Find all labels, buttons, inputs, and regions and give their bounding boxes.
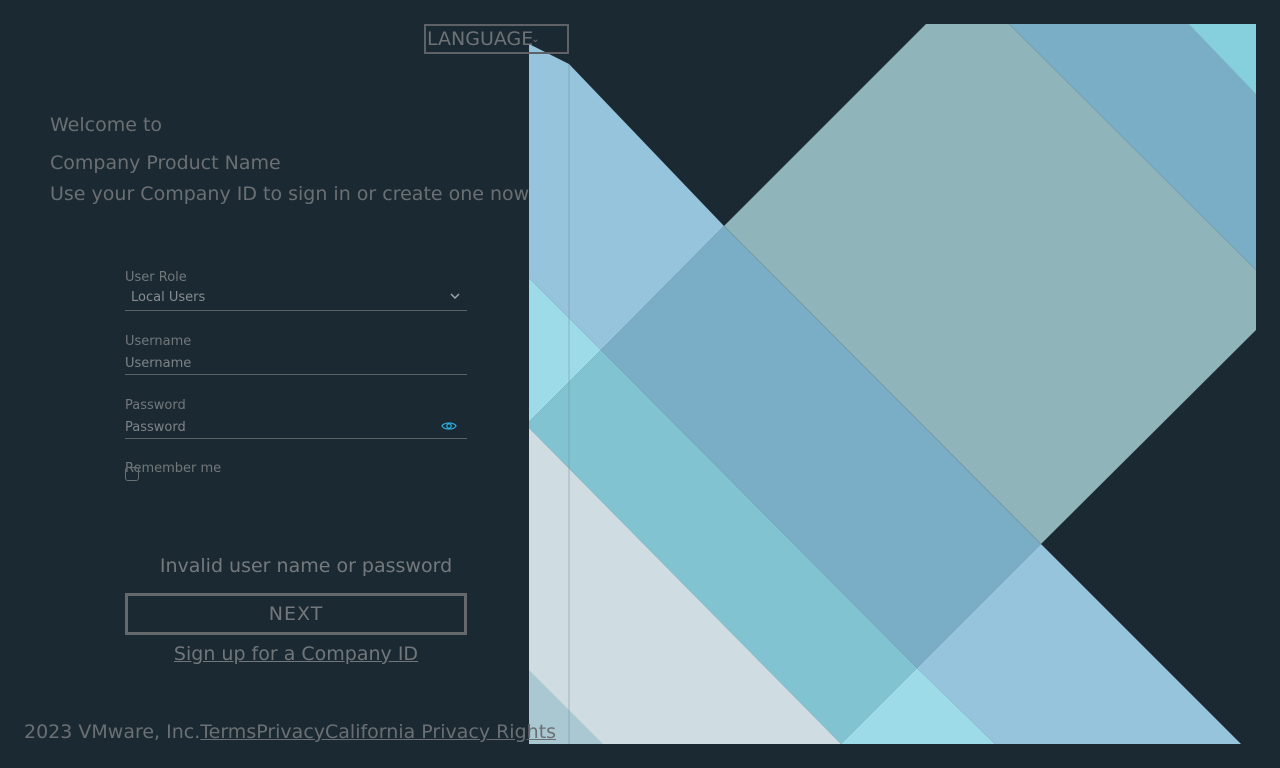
language-label: LANGUAGE [427, 28, 534, 50]
remember-me-label: Remember me [125, 461, 222, 476]
user-role-label: User Role [125, 270, 187, 285]
terms-link[interactable]: Terms [200, 721, 256, 743]
login-form: User Role Local Users Username Password … [125, 270, 467, 481]
footer: 2023 VMware, Inc.TermsPrivacyCalifornia … [24, 721, 556, 743]
chevron-down-icon [450, 293, 460, 300]
username-input[interactable] [125, 353, 467, 374]
user-role-select[interactable]: Local Users [125, 288, 467, 311]
password-field-wrapper [125, 416, 467, 439]
eye-icon[interactable] [441, 418, 457, 434]
next-button[interactable]: NEXT [125, 593, 467, 635]
privacy-link[interactable]: Privacy [256, 721, 325, 743]
language-button[interactable]: LANGUAGE⌄ [424, 24, 569, 54]
subtitle-text: Use your Company ID to sign in or create… [50, 183, 530, 205]
signup-link[interactable]: Sign up for a Company ID [125, 643, 467, 665]
username-label: Username [125, 334, 192, 349]
copyright-text: 2023 VMware, Inc. [24, 721, 201, 743]
login-page: LANGUAGE⌄ Welcome to Company Product Nam… [0, 0, 1280, 768]
password-label: Password [125, 398, 186, 413]
chevron-down-icon: ⌄ [531, 34, 540, 45]
remember-me-row: Remember me [125, 461, 467, 481]
user-role-value: Local Users [131, 290, 206, 305]
geometric-background-image [529, 24, 1256, 744]
password-input[interactable] [125, 417, 467, 438]
product-name: Company Product Name [50, 152, 281, 174]
error-message: Invalid user name or password [159, 555, 453, 577]
remember-me-checkbox[interactable] [125, 467, 139, 481]
welcome-text: Welcome to [50, 114, 163, 136]
username-field-wrapper [125, 352, 467, 375]
decorative-art-panel [529, 24, 1256, 744]
california-privacy-link[interactable]: California Privacy Rights [325, 721, 556, 743]
